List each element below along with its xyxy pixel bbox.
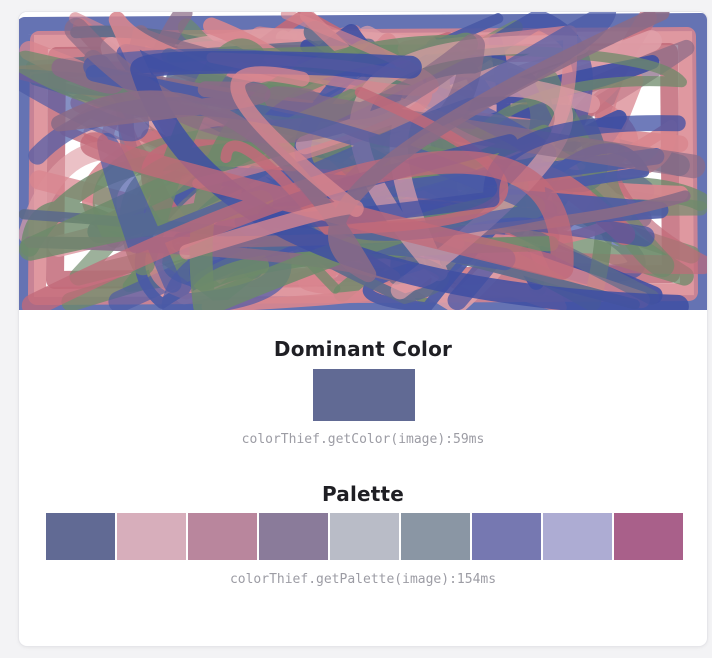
scribble-painting-image <box>19 12 707 310</box>
dominant-color-title: Dominant Color <box>273 337 453 361</box>
palette-swatch-6 <box>401 513 470 560</box>
palette-swatch-2 <box>117 513 186 560</box>
color-thief-card: Dominant Color colorThief.getColor(image… <box>19 12 707 646</box>
palette-swatches <box>46 513 683 560</box>
palette-title: Palette <box>321 482 405 506</box>
palette-swatch-5 <box>330 513 399 560</box>
palette-swatch-1 <box>46 513 115 560</box>
source-image <box>19 12 707 310</box>
palette-swatch-3 <box>188 513 257 560</box>
get-color-timing: colorThief.getColor(image):59ms <box>241 432 485 447</box>
palette-swatch-8 <box>543 513 612 560</box>
palette-swatch-9 <box>614 513 683 560</box>
get-palette-timing: colorThief.getPalette(image):154ms <box>229 572 497 587</box>
palette-swatch-7 <box>472 513 541 560</box>
palette-swatch-4 <box>259 513 328 560</box>
dominant-color-swatch <box>313 369 415 421</box>
